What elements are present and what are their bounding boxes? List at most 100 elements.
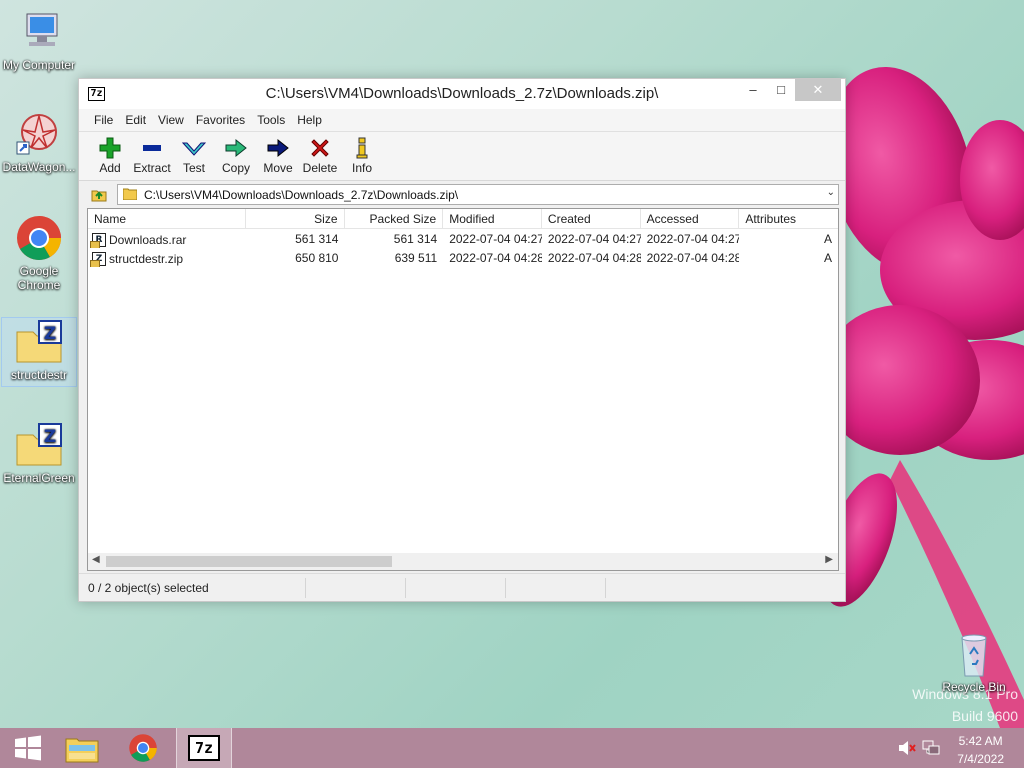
test-icon [182, 142, 206, 156]
column-attributes[interactable]: Attributes [739, 209, 838, 228]
column-size[interactable]: Size [246, 209, 345, 228]
add-label: Add [99, 161, 121, 175]
address-path: C:\Users\VM4\Downloads\Downloads_2.7z\Do… [144, 188, 459, 202]
column-modified[interactable]: Modified [443, 209, 542, 228]
start-button[interactable] [0, 728, 56, 768]
file-created: 2022-07-04 04:28 [547, 251, 641, 265]
file-name: Downloads.rar [109, 233, 187, 247]
chevron-down-icon[interactable]: ⌄ [827, 187, 835, 198]
desktop-icon-label: Recycle Bin [942, 680, 1006, 694]
file-modified: 2022-07-04 04:28 [449, 251, 542, 265]
desktop-icon-label: Google Chrome [17, 264, 61, 292]
desktop-icon-label: structdestr [10, 368, 67, 382]
file-packed-size: 561 314 [393, 232, 438, 246]
copy-button[interactable]: Copy [215, 132, 257, 180]
taskbar-file-explorer[interactable] [54, 728, 110, 768]
menu-edit[interactable]: Edit [119, 113, 152, 127]
address-bar[interactable]: C:\Users\VM4\Downloads\Downloads_2.7z\Do… [117, 184, 839, 205]
desktop-icon-my-computer[interactable]: My Computer [1, 8, 77, 72]
info-button[interactable]: Info [341, 132, 383, 180]
column-packed-size[interactable]: Packed Size [345, 209, 444, 228]
close-button[interactable]: ✕ [795, 79, 841, 101]
clock-time: 5:42 AM [958, 734, 1003, 748]
desktop-icon-google-chrome[interactable]: Google Chrome [1, 214, 77, 292]
extract-label: Extract [133, 161, 171, 175]
computer-icon [15, 8, 63, 56]
file-attributes: A [823, 232, 832, 246]
network-icon[interactable] [922, 740, 940, 756]
zip-folder-icon: Z [15, 421, 63, 469]
extract-icon [143, 145, 161, 151]
7zip-app-icon: 7z [188, 735, 220, 761]
system-clock[interactable]: 5:42 AM 7/4/2022 [957, 733, 1004, 767]
menu-view[interactable]: View [152, 113, 190, 127]
add-button[interactable]: Add [89, 132, 131, 180]
test-button[interactable]: Test [173, 132, 215, 180]
list-header: Name Size Packed Size Modified Created A… [88, 209, 838, 229]
desktop-icon-label: My Computer [2, 58, 76, 72]
maximize-button[interactable]: □ [767, 79, 795, 101]
scroll-thumb[interactable] [106, 556, 392, 567]
desktop-icon-datawagon[interactable]: DataWagon... [1, 110, 77, 174]
file-accessed: 2022-07-04 04:27 [646, 232, 740, 246]
menu-help[interactable]: Help [291, 113, 328, 127]
menu-tools[interactable]: Tools [251, 113, 291, 127]
address-row: C:\Users\VM4\Downloads\Downloads_2.7z\Do… [79, 181, 845, 207]
file-explorer-icon [65, 738, 99, 763]
chrome-icon [129, 734, 157, 762]
folder-icon [123, 188, 137, 200]
selection-status: 0 / 2 object(s) selected [88, 581, 209, 595]
desktop-icon-label: EternalGreen [3, 471, 75, 485]
watermark-line2: Build 9600 [951, 708, 1018, 724]
file-row[interactable]: Z structdestr.zip 650 810 639 511 2022-0… [88, 248, 838, 267]
copy-arrow-icon [225, 138, 247, 158]
desktop-icon-structdestr[interactable]: Z structdestr [1, 317, 77, 387]
file-attributes: A [823, 251, 832, 265]
status-divider [305, 578, 306, 598]
file-created: 2022-07-04 04:27 [547, 232, 641, 246]
scroll-left-icon[interactable]: ◀ [92, 554, 100, 565]
file-modified: 2022-07-04 04:27 [449, 232, 542, 246]
file-row[interactable]: R Downloads.rar 561 314 561 314 2022-07-… [88, 229, 838, 248]
window-title: C:\Users\VM4\Downloads\Downloads_2.7z\Do… [265, 85, 659, 102]
extract-button[interactable]: Extract [131, 132, 173, 180]
toolbar: Add Extract Test Copy Move Delete Info [79, 131, 845, 181]
datawagon-icon [15, 110, 63, 158]
taskbar-7zip[interactable]: 7z [176, 728, 232, 768]
svg-text:Z: Z [44, 324, 56, 344]
status-bar: 0 / 2 object(s) selected [79, 573, 845, 601]
recycle-bin-icon [950, 630, 998, 678]
copy-label: Copy [221, 161, 250, 175]
zip-folder-icon: Z [15, 318, 63, 366]
folder-up-icon[interactable] [91, 186, 107, 202]
status-divider [405, 578, 406, 598]
taskbar-chrome[interactable] [115, 728, 171, 768]
scroll-right-icon[interactable]: ▶ [825, 554, 833, 565]
menu-favorites[interactable]: Favorites [190, 113, 251, 127]
column-accessed[interactable]: Accessed [641, 209, 740, 228]
taskbar: 7z 5:42 AM 7/4/2022 [0, 728, 1024, 768]
window-titlebar[interactable]: 7z C:\Users\VM4\Downloads\Downloads_2.7z… [79, 79, 845, 109]
move-arrow-icon [267, 138, 289, 158]
delete-label: Delete [302, 161, 338, 175]
delete-button[interactable]: Delete [299, 132, 341, 180]
move-button[interactable]: Move [257, 132, 299, 180]
desktop-icon-recycle-bin[interactable]: Recycle Bin [936, 630, 1012, 694]
menu-file[interactable]: File [88, 113, 119, 127]
add-icon [99, 137, 121, 159]
status-divider [605, 578, 606, 598]
desktop-icon-eternalgreen[interactable]: Z EternalGreen [1, 421, 77, 485]
speaker-muted-icon[interactable] [898, 740, 916, 756]
desktop-icon-label: DataWagon... [2, 160, 76, 174]
svg-text:Z: Z [44, 427, 56, 447]
file-list[interactable]: Name Size Packed Size Modified Created A… [87, 208, 839, 571]
file-size: 561 314 [295, 232, 339, 246]
windows-logo-icon [15, 735, 41, 761]
file-name: structdestr.zip [109, 252, 184, 266]
move-label: Move [263, 161, 293, 175]
column-created[interactable]: Created [542, 209, 641, 228]
minimize-button[interactable]: – [739, 79, 767, 101]
7zip-file-manager-window[interactable]: 7z C:\Users\VM4\Downloads\Downloads_2.7z… [78, 78, 846, 602]
column-name[interactable]: Name [88, 209, 246, 228]
horizontal-scrollbar[interactable]: ◀ ▶ [88, 553, 838, 570]
